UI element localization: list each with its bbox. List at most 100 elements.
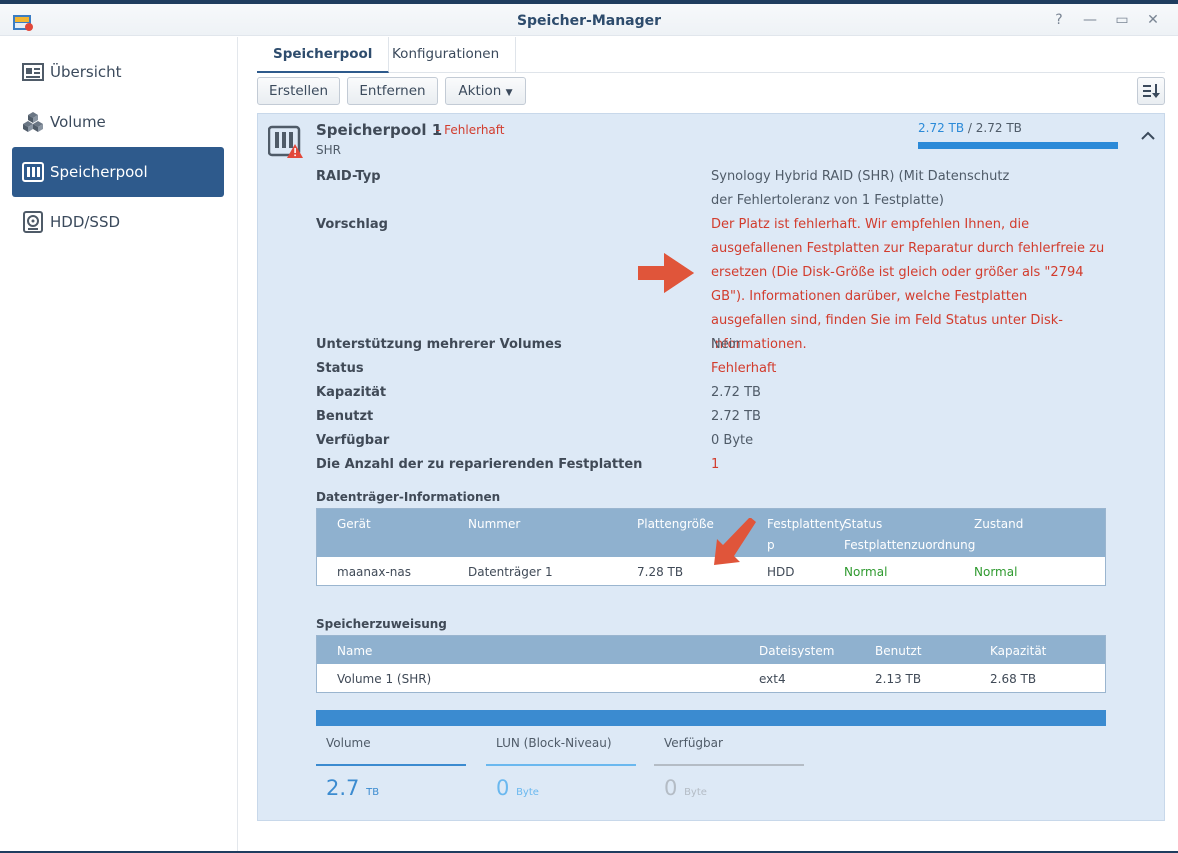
- storage-pool-icon: [22, 162, 44, 182]
- legend-value: 0 Byte: [664, 776, 707, 800]
- sidebar-item-label: Speicherpool: [50, 163, 148, 181]
- sort-icon: [1143, 84, 1160, 98]
- arrow-right-icon: [638, 253, 694, 293]
- usage-total: 2.72 TB: [975, 121, 1022, 135]
- raid-type-value: Synology Hybrid RAID (SHR) (Mit Datensch…: [711, 169, 1010, 208]
- tab-storage-pool[interactable]: Speicherpool: [257, 37, 390, 73]
- sidebar: Übersicht Volume Speicherpool HDD/SSD: [0, 37, 238, 851]
- action-dropdown[interactable]: Aktion ▼: [445, 77, 526, 105]
- maximize-icon[interactable]: ▭: [1112, 10, 1132, 30]
- legend-available: Verfügbar 0 Byte: [654, 736, 804, 800]
- col-name: Name: [337, 644, 373, 658]
- storage-manager-window: Speicher-Manager ? — ▭ ✕ Übersicht Volum…: [0, 4, 1178, 851]
- allocation-bar: [316, 710, 1106, 726]
- minimize-icon[interactable]: —: [1080, 10, 1100, 30]
- title-bar: Speicher-Manager ? — ▭ ✕: [0, 4, 1178, 36]
- create-button[interactable]: Erstellen: [257, 77, 340, 105]
- legend-unit: Byte: [516, 787, 539, 798]
- used-label: Benutzt: [316, 409, 374, 424]
- cell-state: Normal: [974, 565, 1018, 579]
- legend-volume: Volume 2.7 TB: [316, 736, 466, 800]
- col-disk-type: Festplattenty: [767, 517, 847, 531]
- col-size: Plattengröße: [637, 517, 714, 531]
- legend-number: 0: [664, 776, 678, 800]
- multi-volume-value: Nein: [711, 337, 741, 352]
- sidebar-item-label: Übersicht: [50, 63, 122, 81]
- action-label: Aktion: [458, 83, 502, 99]
- usage-used: 2.72 TB: [918, 121, 965, 135]
- status-label: Status: [316, 361, 364, 376]
- usage-separator: /: [964, 121, 976, 135]
- col-device: Gerät: [337, 517, 371, 531]
- storage-pool-panel: Speicherpool 1 - Fehlerhaft SHR 2.72 TB …: [257, 113, 1165, 821]
- cell-size: 7.28 TB: [637, 565, 684, 579]
- cell-type: HDD: [767, 565, 795, 579]
- sidebar-item-label: Volume: [50, 113, 106, 131]
- disk-info-title: Datenträger-Informationen: [316, 490, 501, 504]
- col-filesystem: Dateisystem: [759, 644, 835, 658]
- dropdown-caret-icon: ▼: [505, 88, 513, 98]
- used-value: 2.72 TB: [711, 409, 761, 424]
- col-state: Zustand: [974, 517, 1024, 531]
- capacity-value: 2.72 TB: [711, 385, 761, 400]
- sidebar-item-overview[interactable]: Übersicht: [12, 47, 224, 97]
- tab-bar: Speicherpool Konfigurationen: [257, 37, 1165, 73]
- legend-number: 2.7: [326, 776, 360, 800]
- allocation-table: Name Dateisystem Benutzt Kapazität Volum…: [316, 635, 1106, 693]
- legend-value: 2.7 TB: [326, 776, 379, 800]
- storage-pool-warning-icon: [268, 125, 303, 158]
- legend-number: 0: [496, 776, 510, 800]
- pool-status: - Fehlerhaft: [436, 123, 505, 137]
- legend-label: LUN (Block-Niveau): [496, 736, 612, 750]
- cell-device: maanax-nas: [337, 565, 411, 579]
- window-title: Speicher-Manager: [516, 13, 662, 29]
- legend-line: [316, 764, 466, 766]
- collapse-chevron-icon[interactable]: [1140, 128, 1156, 144]
- cell-name: Volume 1 (SHR): [337, 672, 432, 686]
- remove-button[interactable]: Entfernen: [347, 77, 438, 105]
- sidebar-item-hdd-ssd[interactable]: HDD/SSD: [12, 197, 224, 247]
- table-row[interactable]: Volume 1 (SHR) ext4 2.13 TB 2.68 TB: [317, 664, 1105, 692]
- pool-type: SHR: [316, 143, 341, 157]
- legend-line: [486, 764, 636, 766]
- legend-unit: Byte: [684, 787, 707, 798]
- pool-usage: 2.72 TB / 2.72 TB: [918, 121, 1022, 135]
- col-disk-assignment: Festplattenzuordnung: [844, 538, 976, 552]
- legend-line: [654, 764, 804, 766]
- arrow-down-left-icon: [714, 518, 756, 565]
- col-status: Status: [844, 517, 883, 531]
- col-used: Benutzt: [875, 644, 922, 658]
- repair-count-label: Die Anzahl der zu reparierenden Festplat…: [316, 457, 643, 472]
- sidebar-item-storage-pool[interactable]: Speicherpool: [12, 147, 224, 197]
- available-value: 0 Byte: [711, 433, 754, 448]
- col-disk-type-wrap: p: [767, 538, 775, 552]
- multi-volume-label: Unterstützung mehrerer Volumes: [316, 337, 562, 352]
- volume-cubes-icon: [23, 112, 43, 132]
- tab-configurations[interactable]: Konfigurationen: [376, 37, 517, 73]
- legend-unit: TB: [366, 787, 380, 798]
- cell-used: 2.13 TB: [875, 672, 922, 686]
- allocation-title: Speicherzuweisung: [316, 617, 447, 631]
- cell-status: Normal: [844, 565, 888, 579]
- cell-filesystem: ext4: [759, 672, 786, 686]
- legend-lun: LUN (Block-Niveau) 0 Byte: [486, 736, 636, 800]
- overview-icon: [22, 63, 44, 81]
- help-icon[interactable]: ?: [1049, 10, 1069, 30]
- legend-value: 0 Byte: [496, 776, 539, 800]
- sidebar-item-volume[interactable]: Volume: [12, 97, 224, 147]
- status-value: Fehlerhaft: [711, 361, 777, 376]
- capacity-label: Kapazität: [316, 385, 387, 400]
- legend-label: Verfügbar: [664, 736, 723, 750]
- close-icon[interactable]: ✕: [1143, 10, 1163, 30]
- col-capacity: Kapazität: [990, 644, 1047, 658]
- sort-button[interactable]: [1137, 77, 1165, 105]
- pool-name: Speicherpool 1: [316, 121, 443, 139]
- cell-number: Datenträger 1: [468, 565, 553, 579]
- legend-label: Volume: [326, 736, 371, 750]
- usage-bar: [918, 142, 1118, 149]
- col-number: Nummer: [468, 517, 521, 531]
- cell-capacity: 2.68 TB: [990, 672, 1037, 686]
- table-header: Name Dateisystem Benutzt Kapazität: [317, 636, 1105, 664]
- hdd-icon: [23, 211, 43, 233]
- sidebar-item-label: HDD/SSD: [50, 213, 121, 231]
